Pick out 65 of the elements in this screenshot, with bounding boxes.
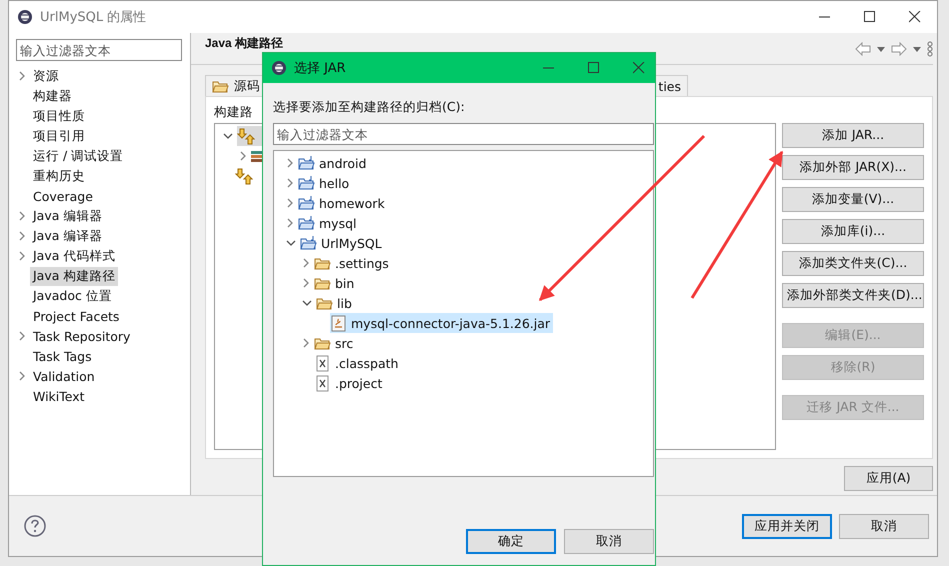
sidebar-item[interactable]: Java 代码样式 — [30, 246, 118, 266]
sidebar-item[interactable]: 运行 / 调试设置 — [30, 146, 126, 166]
sidebar-item[interactable]: Project Facets — [30, 308, 122, 324]
sidebar-item[interactable]: Java 构建路径 — [30, 266, 118, 286]
maximize-icon — [588, 62, 600, 74]
sidebar-item[interactable]: Java 编译器 — [30, 226, 106, 246]
filter-field[interactable]: 输入过滤器文本 — [16, 39, 182, 61]
close-icon — [633, 62, 645, 74]
dropdown-caret-icon — [913, 46, 921, 52]
sidebar-item[interactable]: 项目引用 — [30, 126, 88, 146]
footer-button[interactable]: 取消 — [839, 514, 929, 538]
close-icon — [909, 11, 921, 23]
jar-file-icon — [330, 314, 348, 332]
side-button[interactable]: 添加外部类文件夹(D)... — [782, 283, 924, 308]
apply-button[interactable]: 应用(A) — [844, 466, 933, 491]
project-folder-icon — [298, 174, 316, 192]
dialog-button[interactable]: 取消 — [564, 529, 654, 554]
side-button[interactable]: 添加变量(V)... — [782, 187, 924, 212]
side-button[interactable]: 添加库(i)... — [782, 219, 924, 244]
side-button[interactable]: 添加 JAR... — [782, 123, 924, 148]
maximize-icon — [864, 11, 876, 23]
side-button[interactable]: 添加外部 JAR(X)... — [782, 155, 924, 180]
sidebar-item[interactable]: Javadoc 位置 — [30, 286, 115, 306]
tree-item[interactable]: mysql — [298, 213, 360, 233]
forward-arrow-icon — [891, 42, 907, 56]
tree-item[interactable]: android — [298, 153, 370, 173]
project-folder-icon — [300, 234, 318, 252]
help-icon — [24, 515, 46, 537]
tree-item[interactable]: src — [314, 333, 356, 353]
footer-button[interactable]: 应用并关闭 — [742, 514, 832, 538]
section-label: 构建路 — [214, 103, 253, 121]
sidebar-item[interactable]: Validation — [30, 368, 98, 384]
sidebar-item[interactable]: 重构历史 — [30, 166, 88, 186]
tree-item[interactable]: .classpath — [314, 353, 402, 373]
sidebar-item[interactable]: Task Repository — [30, 328, 134, 344]
dropdown-caret-icon — [877, 46, 885, 52]
prompt-label: 选择要添加至构建路径的归档(C): — [273, 99, 466, 116]
tree-item[interactable]: UrlMySQL — [300, 233, 385, 253]
side-button[interactable]: 添加类文件夹(C)... — [782, 251, 924, 276]
sidebar-item[interactable]: Coverage — [30, 188, 96, 204]
project-folder-icon — [298, 214, 316, 232]
window-title: UrlMySQL 的属性 — [40, 9, 148, 26]
project-folder-icon — [298, 154, 316, 172]
sidebar-item[interactable]: 资源 — [30, 66, 62, 86]
more-menu-icon — [927, 41, 933, 57]
tree-item[interactable]: bin — [314, 273, 358, 293]
app-icon — [17, 9, 33, 25]
dialog-title: 选择 JAR — [294, 60, 347, 77]
tree-item[interactable]: lib — [316, 293, 355, 313]
tree-item[interactable]: mysql-connector-java-5.1.26.jar — [330, 313, 554, 333]
page-title: Java 构建路径 — [205, 35, 284, 52]
dialog-button[interactable]: 确定 — [466, 529, 556, 554]
tree-item[interactable]: .settings — [314, 253, 392, 273]
sidebar-item[interactable]: 构建器 — [30, 86, 75, 106]
sidebar-item[interactable]: Java 编辑器 — [30, 206, 106, 226]
filter-field[interactable]: 输入过滤器文本 — [273, 123, 654, 145]
back-arrow-icon — [855, 42, 871, 56]
app-icon — [271, 60, 287, 76]
tree-item[interactable]: .project — [314, 373, 386, 393]
project-folder-icon — [298, 194, 316, 212]
tree-item[interactable]: hello — [298, 173, 352, 193]
sidebar-item[interactable]: WikiText — [30, 388, 88, 404]
sidebar-item[interactable]: Task Tags — [30, 348, 95, 364]
sidebar-item[interactable]: 项目性质 — [30, 106, 88, 126]
tree-item[interactable]: homework — [298, 193, 388, 213]
